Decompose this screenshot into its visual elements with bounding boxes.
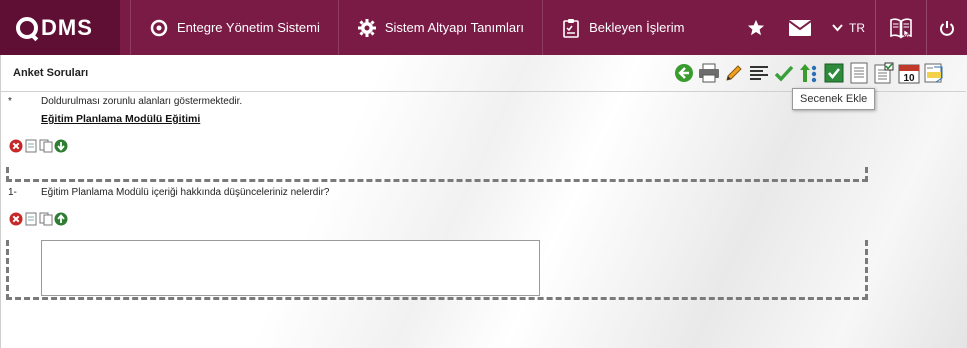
document-icon[interactable] [848, 61, 870, 85]
nav-item-entegre-yonetim-sistemi[interactable]: Entegre Yönetim Sistemi [130, 0, 338, 55]
question-actions [9, 212, 69, 226]
mail-icon[interactable] [778, 0, 822, 55]
dms-logo[interactable]: DMS [0, 0, 120, 55]
delete-icon[interactable] [9, 139, 23, 153]
note-icon[interactable] [923, 61, 945, 85]
language-selector[interactable]: TR [822, 0, 875, 55]
question-text: Eğitim Planlama Modülü içeriği hakkında … [41, 187, 330, 198]
section-divider [6, 167, 868, 182]
checkbox-icon[interactable] [823, 61, 845, 85]
print-icon[interactable] [698, 61, 720, 85]
question-number: 1- [8, 187, 17, 198]
page-icon[interactable] [24, 139, 38, 153]
required-marker: * [8, 96, 12, 107]
nav-item-bekleyen-islerim[interactable]: Bekleyen İşlerim [542, 0, 702, 55]
answer-textarea[interactable] [41, 240, 540, 296]
star-icon[interactable] [734, 0, 778, 55]
q-logo-icon [149, 18, 169, 38]
nav-item-label: Entegre Yönetim Sistemi [177, 20, 320, 35]
section-title: Eğitim Planlama Modülü Eğitimi [41, 113, 201, 125]
top-navigation-bar: DMS Entegre Yönetim Sistemi Sistem Altya… [0, 0, 967, 55]
toolbar: 10 [673, 61, 948, 85]
content-area: Anket Soruları 10 Secenek Ekle * Dolduru… [0, 55, 967, 348]
check-icon[interactable] [773, 61, 795, 85]
required-note: Doldurulması zorunlu alanları göstermekt… [41, 96, 243, 107]
chevron-down-icon [832, 21, 843, 35]
up-arrow-icon[interactable] [798, 61, 820, 85]
page-icon[interactable] [24, 212, 38, 226]
power-icon[interactable] [926, 0, 967, 55]
page-title: Anket Soruları [13, 67, 89, 79]
move-up-icon[interactable] [54, 212, 68, 226]
q-logo-icon [16, 16, 38, 39]
calendar-day: 10 [903, 73, 915, 84]
copy-icon[interactable] [39, 212, 53, 226]
nav-item-sistem-altyapi-tanimlari[interactable]: Sistem Altyapı Tanımları [337, 0, 542, 55]
calendar-icon[interactable]: 10 [898, 61, 920, 85]
copy-icon[interactable] [39, 139, 53, 153]
nav-item-label: Sistem Altyapı Tanımları [384, 20, 525, 35]
nav-item-label: Bekleyen İşlerim [589, 20, 685, 35]
edit-icon[interactable] [723, 61, 745, 85]
back-icon[interactable] [673, 61, 695, 85]
brand-name: DMS [41, 14, 93, 40]
delete-icon[interactable] [9, 212, 23, 226]
move-down-icon[interactable] [54, 139, 68, 153]
page-header: Anket Soruları 10 [1, 55, 966, 92]
section-actions [9, 139, 69, 153]
gear-icon [357, 18, 377, 38]
checklist-icon[interactable] [873, 61, 895, 85]
clipboard-icon [561, 18, 581, 38]
book-icon[interactable] [875, 0, 926, 55]
language-label: TR [849, 20, 865, 35]
align-icon[interactable] [748, 61, 770, 85]
tooltip: Secenek Ekle [792, 88, 876, 110]
